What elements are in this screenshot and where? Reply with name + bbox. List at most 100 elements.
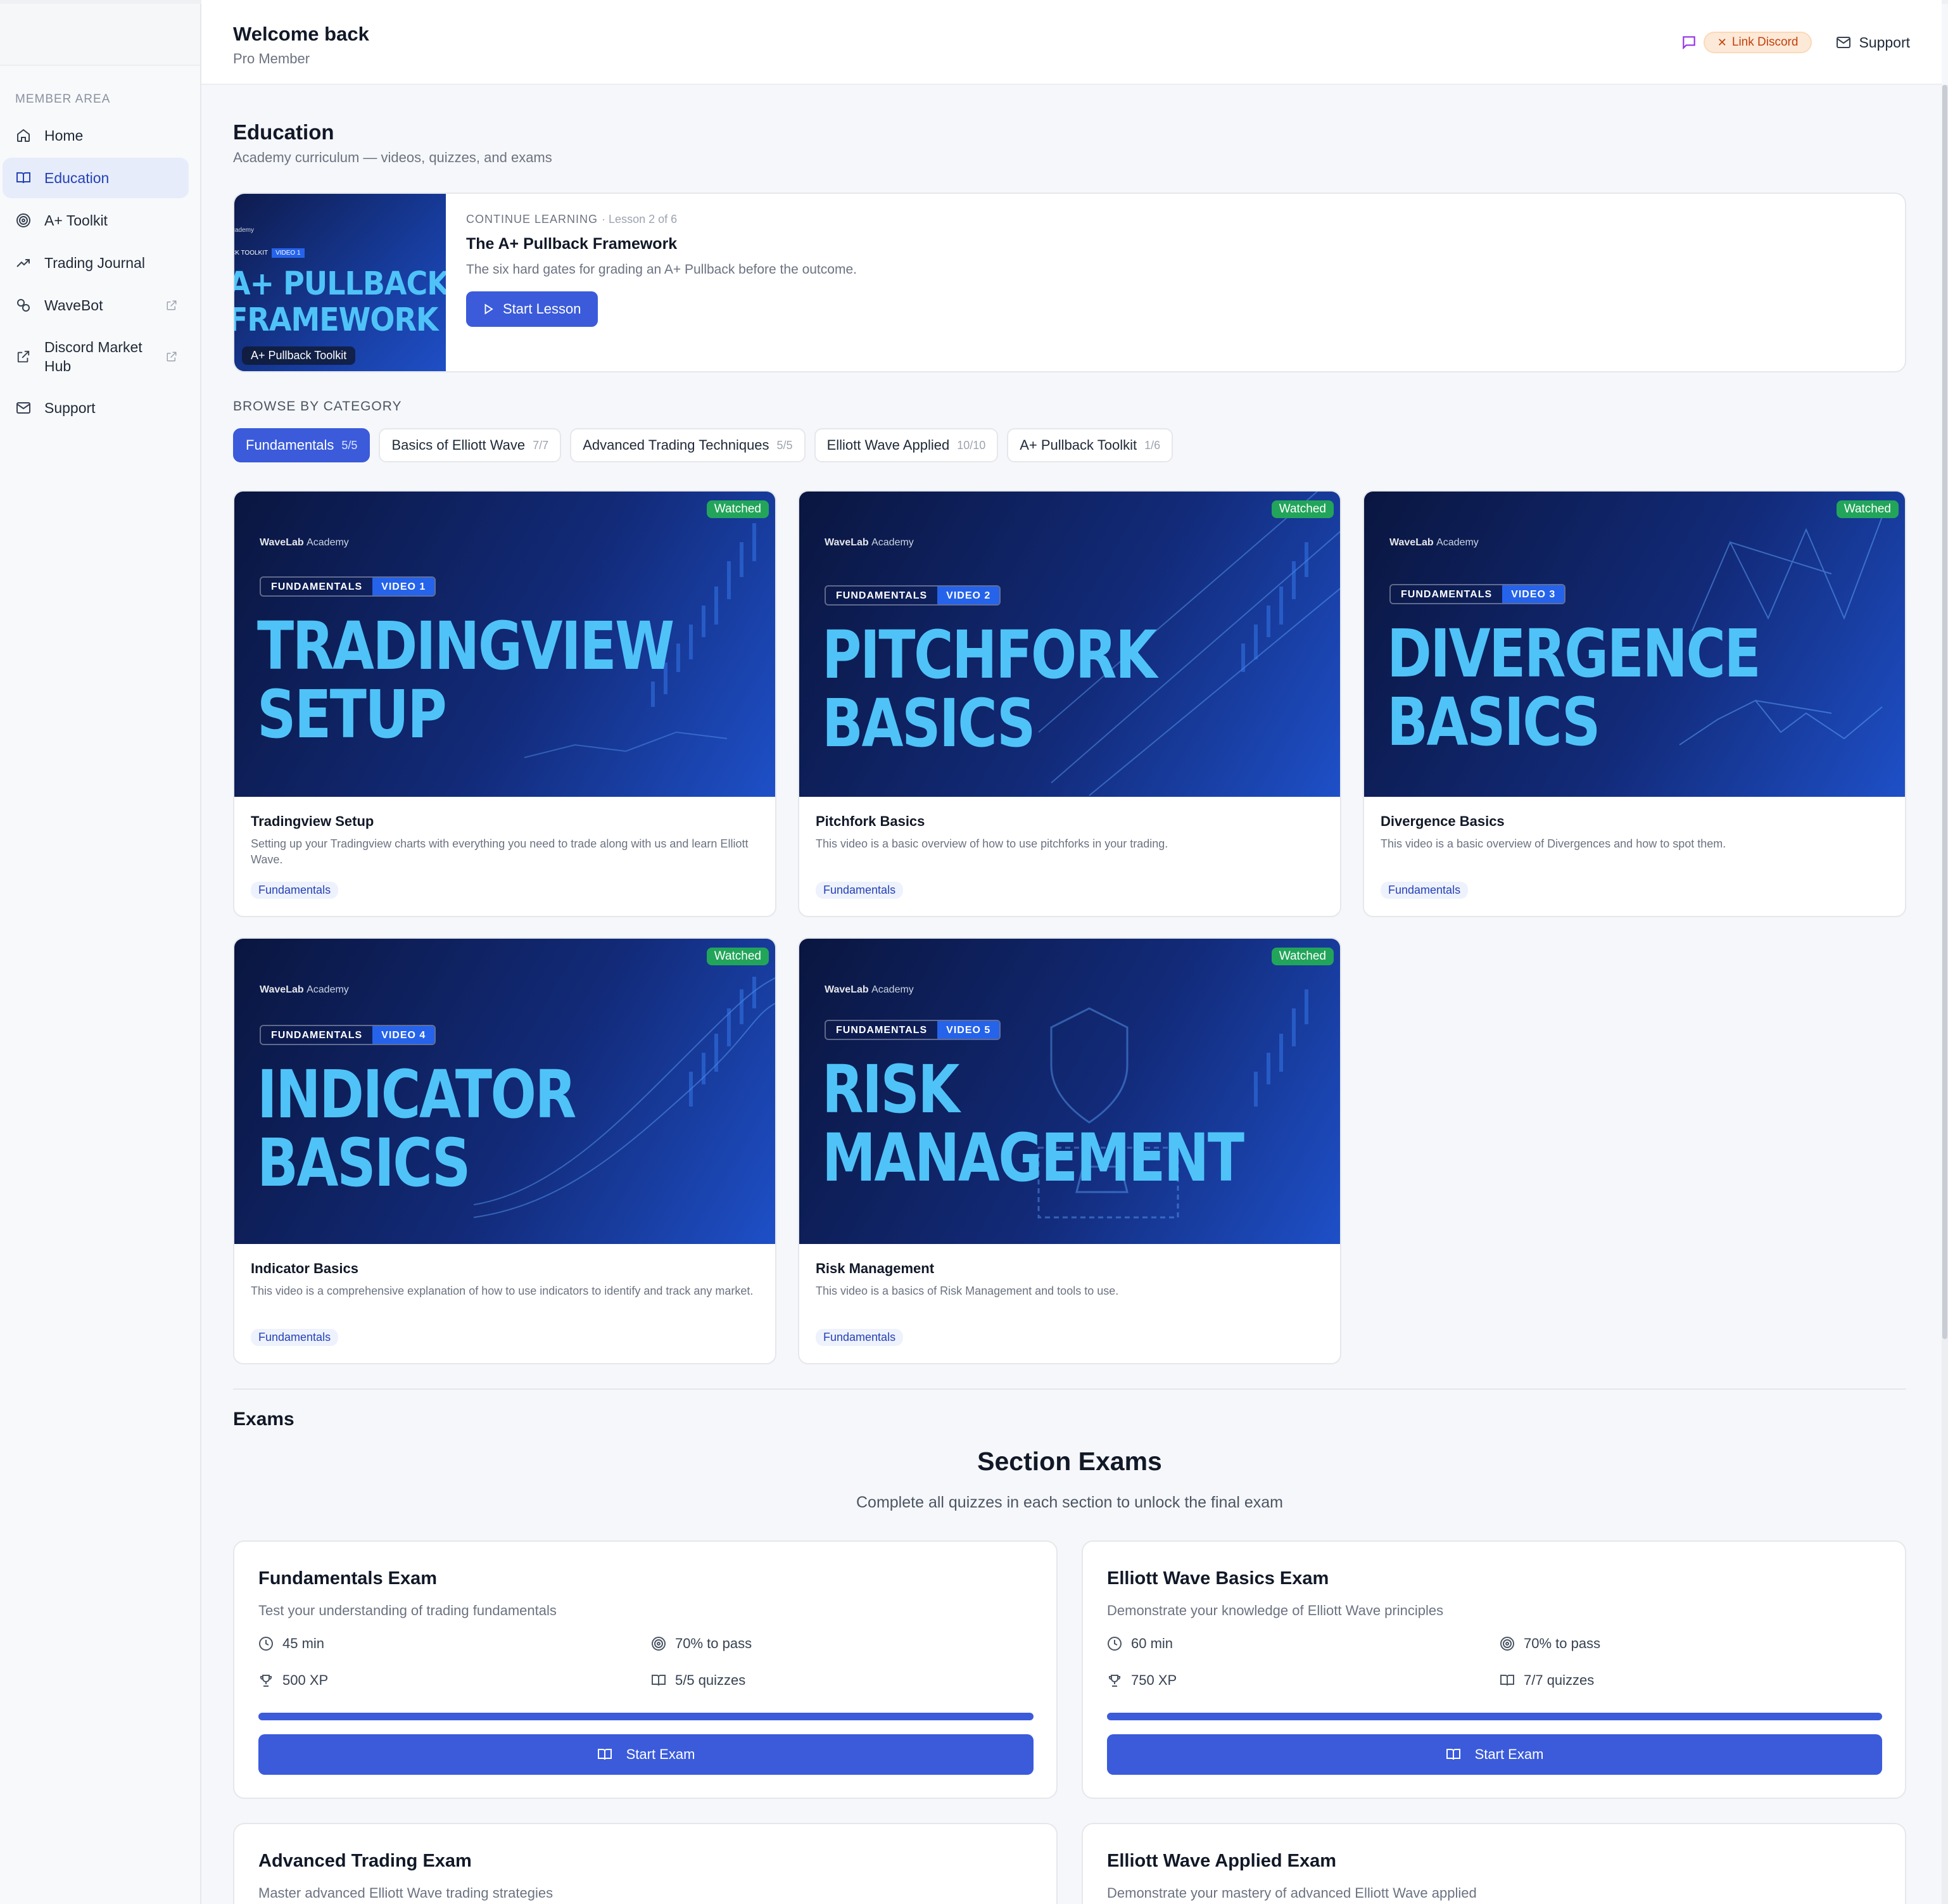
tab-label: Basics of Elliott Wave: [391, 437, 526, 453]
start-lesson-button[interactable]: Start Lesson: [466, 291, 598, 327]
exam-description: Demonstrate your mastery of advanced Ell…: [1107, 1885, 1477, 1901]
exam-progress-bar: [1107, 1713, 1882, 1720]
start-exam-button[interactable]: Start Exam: [258, 1734, 1034, 1775]
trending-up-icon: [15, 255, 32, 271]
scrollbar-thumb[interactable]: [1942, 85, 1947, 1339]
thumb-title-line: BASICS: [1387, 683, 1600, 761]
video-thumbnail[interactable]: WaveLab Academy FUNDAMENTALS VIDEO 2 PITC…: [799, 492, 1340, 797]
thumb-title: INDICATOR BASICS: [257, 1060, 576, 1197]
thumb-title-line: RISK: [822, 1051, 960, 1128]
tab-a-pullback-toolkit[interactable]: A+ Pullback Toolkit 1/6: [1007, 428, 1173, 462]
book-icon: [1446, 1749, 1460, 1760]
video-card[interactable]: WaveLab Academy FUNDAMENTALS VIDEO 2 PITC…: [798, 490, 1341, 917]
thumb-category-tag: FUNDAMENTALS VIDEO 1: [260, 576, 436, 597]
video-thumbnail[interactable]: WaveLab Academy FUNDAMENTALS VIDEO 4 INDI…: [234, 939, 775, 1244]
tab-basics-of-elliott-wave[interactable]: Basics of Elliott Wave 7/7: [379, 428, 562, 462]
continue-eyebrow-label: CONTINUE LEARNING: [466, 213, 598, 225]
chat-icon[interactable]: [1681, 34, 1697, 51]
support-button[interactable]: Support: [1836, 34, 1910, 51]
video-thumbnail[interactable]: WaveLab Academy FUNDAMENTALS VIDEO 5 RISK…: [799, 939, 1340, 1244]
sidebar-item-wavebot[interactable]: WaveBot: [3, 285, 189, 326]
quizzes-value: 7/7 quizzes: [1524, 1672, 1595, 1688]
exam-duration: 60 min: [1107, 1635, 1173, 1652]
video-card[interactable]: WaveLab Academy FUNDAMENTALS VIDEO 1 TRAD…: [233, 490, 776, 917]
thumb-title: DIVERGENCE BASICS: [1387, 615, 1761, 761]
sidebar-item-trading-journal[interactable]: Trading Journal: [3, 243, 189, 283]
video-title: Tradingview Setup: [251, 813, 374, 829]
continue-learning-card[interactable]: cademy CK TOOLKITVIDEO 1 A+ PULLBACK FRA…: [233, 193, 1906, 372]
brand-sub: Academy: [871, 537, 914, 548]
tab-advanced-trading-techniques[interactable]: Advanced Trading Techniques 5/5: [570, 428, 806, 462]
wavelab-logo: WaveLab Academy: [825, 984, 914, 996]
video-card-body: Indicator Basics This video is a compreh…: [234, 1244, 775, 1362]
tab-elliott-wave-applied[interactable]: Elliott Wave Applied 10/10: [814, 428, 999, 462]
clock-icon: [1108, 1637, 1122, 1651]
sidebar-item-home[interactable]: Home: [3, 115, 189, 156]
section-exams-subtitle: Complete all quizzes in each section to …: [856, 1494, 1283, 1511]
start-exam-label: Start Exam: [1474, 1746, 1544, 1762]
tab-count: 10/10: [957, 438, 986, 452]
brand-sub: Academy: [307, 537, 349, 548]
tab-label: A+ Pullback Toolkit: [1020, 437, 1137, 453]
thumb-title-line: BASICS: [822, 685, 1035, 762]
wavelab-logo: WaveLab Academy: [1389, 537, 1479, 549]
book-icon: [597, 1749, 612, 1760]
sidebar-item-a-toolkit[interactable]: A+ Toolkit: [3, 200, 189, 241]
link-discord-button[interactable]: ✕ Link Discord: [1703, 32, 1812, 53]
sidebar-item-education[interactable]: Education: [3, 158, 189, 198]
play-icon: [484, 303, 493, 315]
exam-quizzes: 5/5 quizzes: [651, 1672, 745, 1689]
brand-sub: Academy: [307, 984, 349, 995]
thumb-video-number: VIDEO 5: [937, 1021, 1000, 1039]
thumb-category-tag: CK TOOLKITVIDEO 1: [234, 248, 305, 258]
video-card-body: Divergence Basics This video is a basic …: [1364, 797, 1905, 915]
exam-description: Master advanced Elliott Wave trading str…: [258, 1885, 553, 1901]
target-icon: [1500, 1637, 1514, 1651]
sidebar-item-support[interactable]: Support: [3, 388, 189, 428]
thumb-title: RISK MANAGEMENT: [822, 1051, 1244, 1192]
header-actions: ✕ Link Discord Support: [1681, 32, 1910, 53]
brand-sub: Academy: [1436, 537, 1479, 548]
exam-title: Elliott Wave Applied Exam: [1107, 1851, 1337, 1871]
exam-duration: 45 min: [258, 1635, 324, 1652]
mail-icon: [15, 400, 32, 416]
exam-description: Test your understanding of trading funda…: [258, 1603, 557, 1618]
tab-label: Elliott Wave Applied: [826, 437, 950, 453]
lesson-progress: · Lesson 2 of 6: [602, 213, 678, 225]
video-thumbnail[interactable]: WaveLab Academy FUNDAMENTALS VIDEO 3 DIVE…: [1364, 492, 1905, 797]
sidebar-item-label: Support: [44, 399, 96, 416]
video-thumbnail[interactable]: WaveLab Academy FUNDAMENTALS VIDEO 1 TRAD…: [234, 492, 775, 797]
home-icon: [15, 127, 32, 144]
watched-badge: Watched: [706, 500, 769, 518]
video-card[interactable]: WaveLab Academy FUNDAMENTALS VIDEO 4 INDI…: [233, 937, 776, 1364]
video-title: Indicator Basics: [251, 1260, 358, 1276]
category-badge: Fundamentals: [1381, 882, 1469, 899]
start-lesson-label: Start Lesson: [503, 301, 581, 317]
exam-title: Fundamentals Exam: [258, 1568, 438, 1589]
continue-body: CONTINUE LEARNING · Lesson 2 of 6 The A+…: [466, 213, 857, 327]
video-card-body: Risk Management This video is a basics o…: [799, 1244, 1340, 1362]
page-subtitle: Academy curriculum — videos, quizzes, an…: [233, 149, 552, 165]
exam-xp: 750 XP: [1107, 1672, 1177, 1689]
sidebar-item-discord-market-hub[interactable]: Discord Market Hub: [3, 327, 189, 386]
video-title: Risk Management: [816, 1260, 935, 1276]
quizzes-value: 5/5 quizzes: [675, 1672, 746, 1688]
external-link-icon: [167, 300, 177, 310]
video-description: Setting up your Tradingview charts with …: [251, 837, 749, 866]
tab-fundamentals[interactable]: Fundamentals 5/5: [233, 428, 370, 462]
tab-count: 5/5: [341, 438, 358, 452]
video-card[interactable]: WaveLab Academy FUNDAMENTALS VIDEO 5 RISK…: [798, 937, 1341, 1364]
page-scrollbar[interactable]: [1942, 85, 1948, 1904]
category-badge: Fundamentals: [251, 1329, 339, 1346]
section-divider: [233, 1388, 1906, 1390]
video-description: This video is a basic overview of Diverg…: [1381, 837, 1726, 850]
start-exam-button[interactable]: Start Exam: [1107, 1734, 1882, 1775]
video-card[interactable]: WaveLab Academy FUNDAMENTALS VIDEO 3 DIVE…: [1363, 490, 1906, 917]
brand-name: WaveLab: [825, 537, 869, 548]
thumb-title-line: DIVERGENCE: [1387, 615, 1761, 692]
duration-value: 45 min: [282, 1635, 325, 1651]
xp-value: 750 XP: [1131, 1672, 1177, 1688]
continue-thumbnail[interactable]: cademy CK TOOLKITVIDEO 1 A+ PULLBACK FRA…: [234, 194, 446, 371]
thumb-video-number: VIDEO 1: [372, 578, 435, 595]
continue-lesson-title: The A+ Pullback Framework: [466, 235, 678, 253]
